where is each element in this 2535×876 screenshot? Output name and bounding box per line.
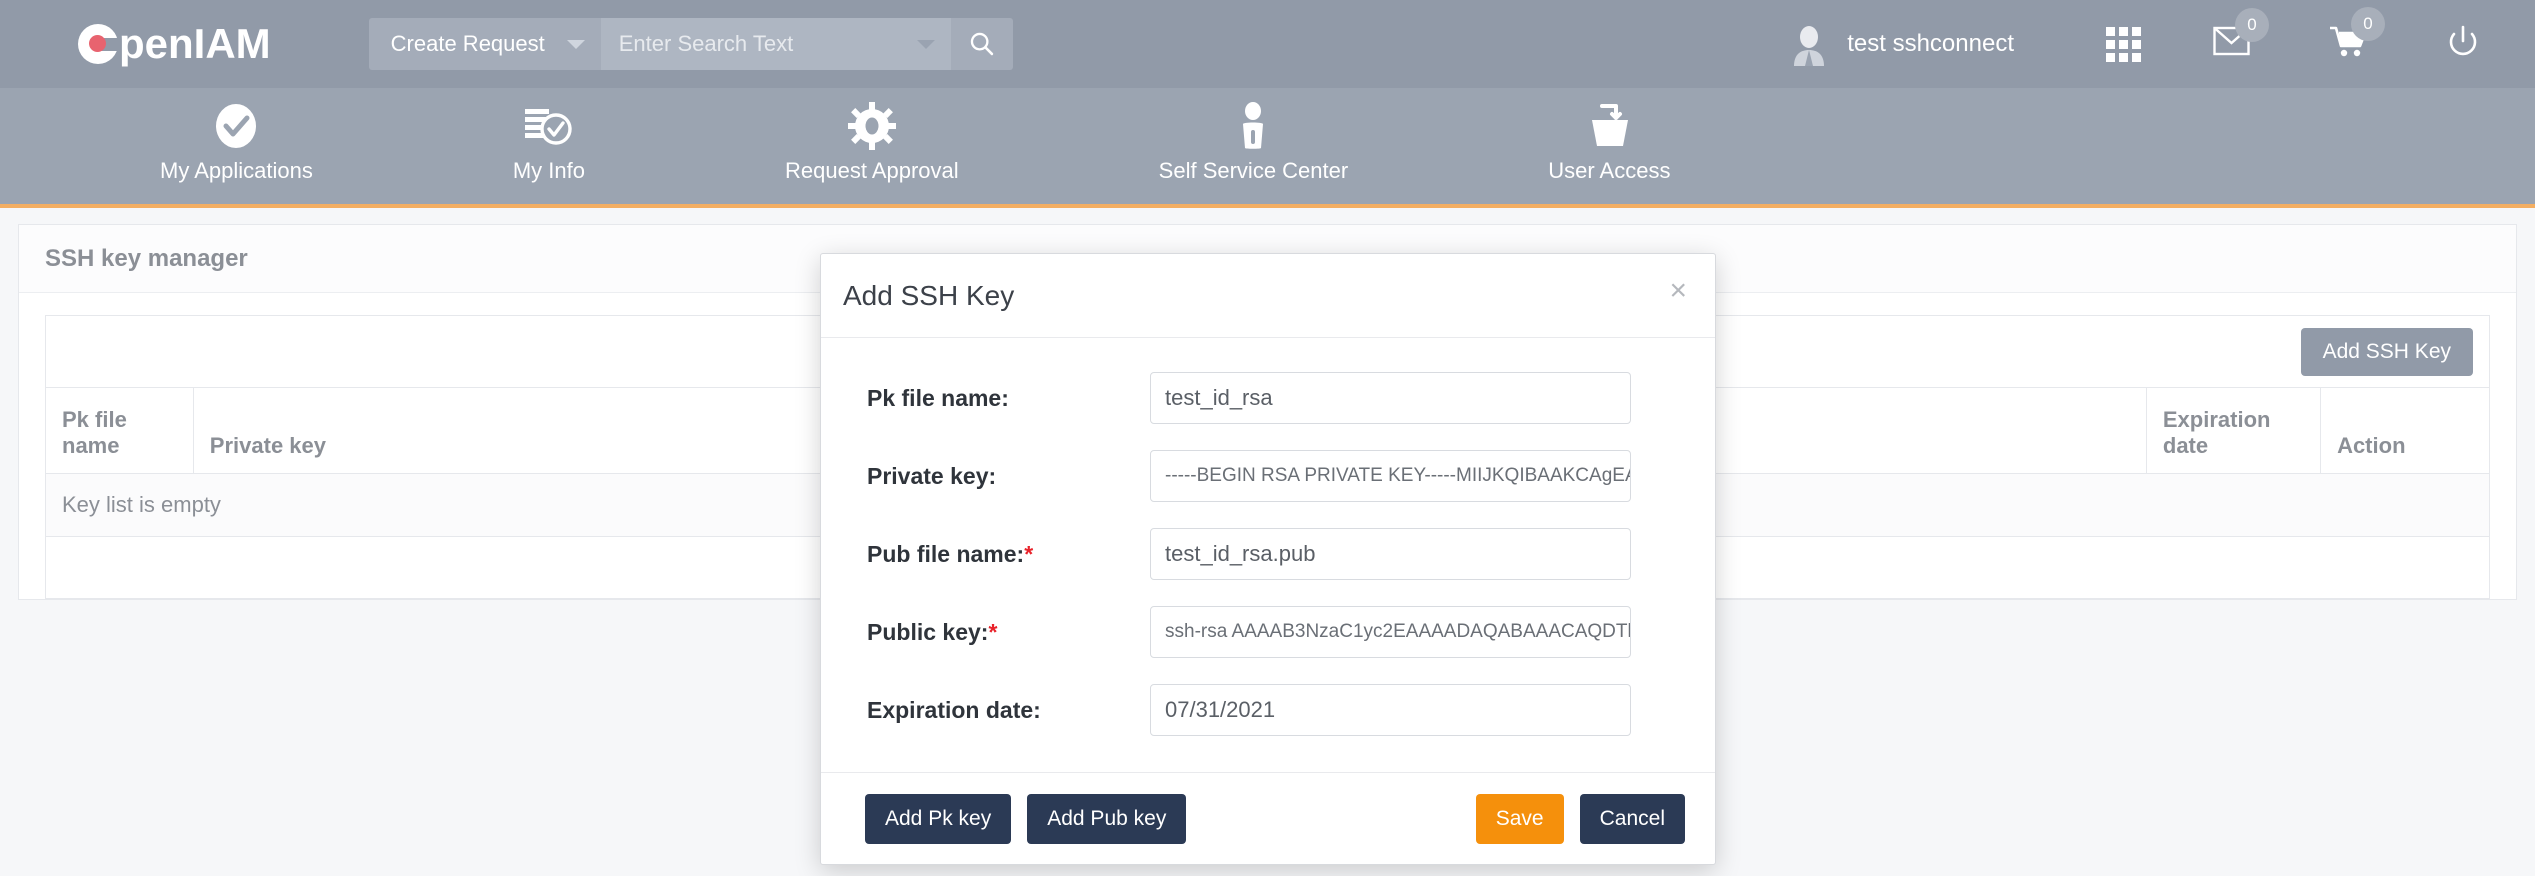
pub-file-name-input[interactable]: test_id_rsa.pub — [1150, 528, 1631, 580]
nav-item-user-access[interactable]: User Access — [1548, 88, 1670, 184]
nav-label: My Applications — [160, 158, 313, 184]
pk-file-name-input[interactable]: test_id_rsa — [1150, 372, 1631, 424]
label-text: Pub file name: — [867, 541, 1024, 567]
label-text: Public key: — [867, 619, 988, 645]
private-key-input[interactable]: -----BEGIN RSA PRIVATE KEY-----MIIJKQIBA… — [1150, 450, 1631, 502]
column-header-action[interactable]: Action — [2321, 388, 2490, 474]
create-request-dropdown[interactable]: Create Request — [369, 18, 601, 70]
user-name[interactable]: test sshconnect — [1847, 30, 2014, 58]
cancel-button[interactable]: Cancel — [1580, 794, 1685, 844]
check-circle-icon — [213, 102, 259, 150]
chevron-down-icon — [917, 40, 935, 49]
modal-header: Add SSH Key × — [821, 254, 1715, 338]
label-pub-file-name: Pub file name:* — [845, 541, 1150, 568]
nav-item-my-applications[interactable]: My Applications — [160, 88, 313, 184]
label-expiration-date: Expiration date: — [845, 697, 1150, 724]
search-input[interactable]: Enter Search Text — [601, 18, 951, 70]
form-row-private-key: Private key: -----BEGIN RSA PRIVATE KEY-… — [845, 450, 1691, 502]
chevron-down-icon — [567, 40, 585, 49]
form-row-public-key: Public key:* ssh-rsa AAAAB3NzaC1yc2EAAAA… — [845, 606, 1691, 658]
save-button[interactable]: Save — [1476, 794, 1564, 844]
nav-label: Self Service Center — [1159, 158, 1349, 184]
label-text: Private key: — [867, 463, 996, 489]
create-request-label: Create Request — [391, 31, 545, 57]
header-right-group: test sshconnect 0 — [1787, 0, 2535, 88]
inbox-download-icon — [1582, 102, 1636, 150]
nav-label: User Access — [1548, 158, 1670, 184]
required-asterisk: * — [1024, 541, 1033, 567]
required-asterisk: * — [988, 619, 997, 645]
search-area: Create Request Enter Search Text — [369, 18, 1013, 70]
openiam-logo[interactable]: penIAM — [78, 23, 271, 65]
label-private-key: Private key: — [845, 463, 1150, 490]
main-navigation: My Applications My Info — [0, 88, 2535, 207]
user-avatar-icon — [1787, 22, 1831, 66]
modal-footer: Add Pk key Add Pub key Save Cancel — [821, 772, 1715, 864]
power-icon — [2445, 24, 2481, 60]
apps-grid-button[interactable] — [2106, 27, 2141, 62]
add-pub-key-button[interactable]: Add Pub key — [1027, 794, 1186, 844]
page-title: SSH key manager — [45, 245, 248, 273]
cart-button[interactable]: 0 — [2329, 25, 2373, 64]
top-header: penIAM Create Request Enter Search Text — [0, 0, 2535, 88]
grid-apps-icon — [2106, 27, 2141, 62]
modal-body: Pk file name: test_id_rsa Private key: -… — [821, 338, 1715, 772]
messages-badge: 0 — [2235, 8, 2269, 42]
form-row-expiration-date: Expiration date: 07/31/2021 — [845, 684, 1691, 736]
form-row-pk-file-name: Pk file name: test_id_rsa — [845, 372, 1691, 424]
logo-o-icon — [78, 24, 118, 64]
nav-label: Request Approval — [785, 158, 959, 184]
nav-label: My Info — [513, 158, 585, 184]
nav-item-my-info[interactable]: My Info — [513, 88, 585, 184]
avatar[interactable] — [1787, 22, 1831, 66]
label-text: Pk file name: — [867, 385, 1009, 411]
messages-button[interactable]: 0 — [2213, 26, 2257, 63]
add-ssh-key-button[interactable]: Add SSH Key — [2301, 328, 2473, 376]
add-ssh-key-modal: Add SSH Key × Pk file name: test_id_rsa … — [820, 253, 1716, 865]
gear-icon — [848, 102, 896, 150]
label-public-key: Public key:* — [845, 619, 1150, 646]
search-placeholder: Enter Search Text — [619, 31, 793, 57]
search-icon — [968, 30, 996, 58]
document-check-icon — [523, 102, 575, 150]
form-row-pub-file-name: Pub file name:* test_id_rsa.pub — [845, 528, 1691, 580]
public-key-input[interactable]: ssh-rsa AAAAB3NzaC1yc2EAAAADAQABAAACAQDT… — [1150, 606, 1631, 658]
modal-title: Add SSH Key — [843, 280, 1014, 312]
expiration-date-input[interactable]: 07/31/2021 — [1150, 684, 1631, 736]
column-header-pk-file-name[interactable]: Pk file name — [46, 388, 194, 474]
logo-text: penIAM — [119, 23, 271, 65]
app-root: penIAM Create Request Enter Search Text — [0, 0, 2535, 876]
nav-item-self-service-center[interactable]: Self Service Center — [1159, 88, 1349, 184]
label-text: Expiration date: — [867, 697, 1041, 723]
logout-button[interactable] — [2445, 24, 2481, 65]
person-icon — [1236, 102, 1270, 150]
search-button[interactable] — [951, 18, 1013, 70]
nav-item-request-approval[interactable]: Request Approval — [785, 88, 959, 184]
column-header-expiration-date[interactable]: Expiration date — [2146, 388, 2320, 474]
close-icon[interactable]: × — [1669, 276, 1687, 306]
label-pk-file-name: Pk file name: — [845, 385, 1150, 412]
add-pk-key-button[interactable]: Add Pk key — [865, 794, 1011, 844]
cart-badge: 0 — [2351, 7, 2385, 41]
